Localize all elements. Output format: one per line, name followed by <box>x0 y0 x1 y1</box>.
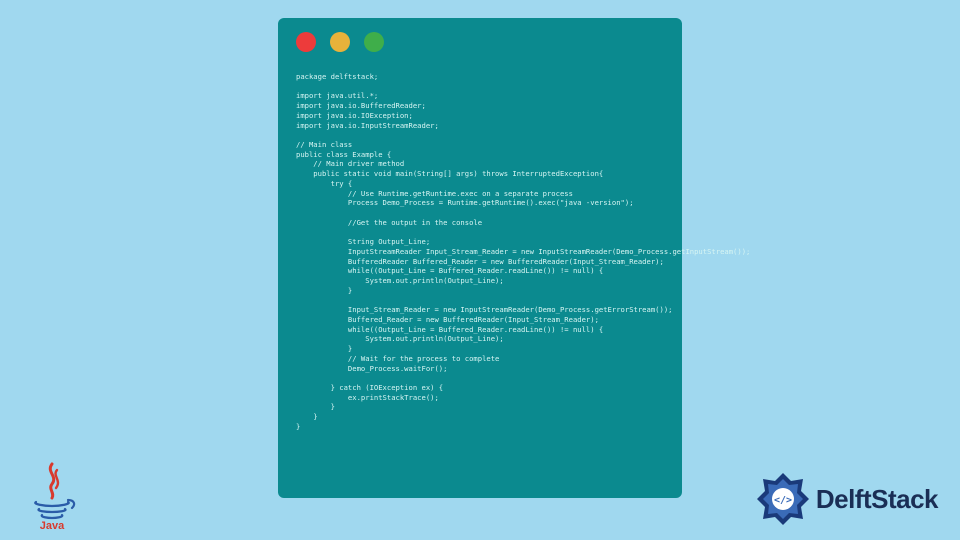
maximize-icon <box>364 32 384 52</box>
code-window: package delftstack; import java.util.*; … <box>278 18 682 498</box>
svg-text:Java: Java <box>40 520 65 530</box>
code-content: package delftstack; import java.util.*; … <box>278 60 682 442</box>
svg-text:</>: </> <box>774 495 792 506</box>
delftstack-logo: </> DelftStack <box>756 472 938 526</box>
minimize-icon <box>330 32 350 52</box>
delftstack-wordmark: DelftStack <box>816 484 938 515</box>
java-logo-icon: Java <box>22 460 82 530</box>
delftstack-badge-icon: </> <box>756 472 810 526</box>
close-icon <box>296 32 316 52</box>
window-traffic-lights <box>278 18 682 60</box>
